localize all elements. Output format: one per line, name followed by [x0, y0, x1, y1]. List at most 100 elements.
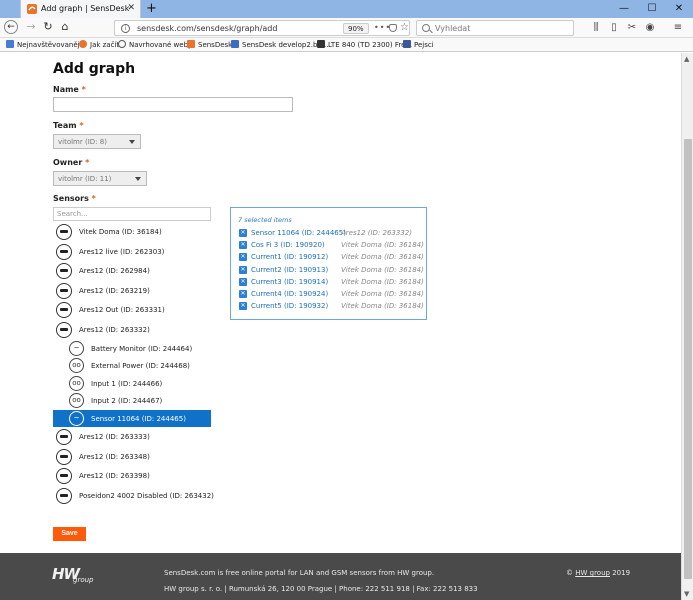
firefox-icon	[79, 40, 87, 48]
device-label: Ares12 Out (ID: 263331)	[79, 306, 165, 315]
remove-icon[interactable]: ✕	[239, 241, 247, 250]
url-text[interactable]: sensdesk.com/sensdesk/graph/add	[137, 24, 277, 33]
device-label: Vitek Doma (ID: 36184)	[79, 228, 162, 236]
zoom-level[interactable]: 90%	[343, 23, 369, 34]
tree-device[interactable]: Ares12 (ID: 263333)	[53, 427, 211, 447]
remove-icon[interactable]: ✕	[239, 253, 247, 262]
forward-icon[interactable]: →	[24, 20, 38, 34]
device-icon	[56, 468, 72, 485]
remove-icon[interactable]: ✕	[239, 265, 247, 274]
tree-sensor[interactable]: oo Input 1 (ID: 244466)	[53, 375, 211, 393]
hwgroup-link[interactable]: HW group	[575, 569, 610, 577]
home-icon[interactable]: ⌂	[58, 20, 72, 34]
tree-device[interactable]: Poseidon2 4002 Disabled (ID: 263432)	[53, 486, 214, 506]
remove-icon[interactable]: ✕	[239, 229, 247, 237]
tab-close-icon[interactable]: ✕	[127, 3, 135, 13]
selected-sensor-name[interactable]: Current4 (ID: 190924)	[251, 290, 328, 298]
team-select[interactable]: vitolmr (ID: 8)	[53, 134, 141, 149]
binary-sensor-icon: oo	[69, 375, 84, 391]
device-icon	[56, 282, 72, 299]
bookmark-item[interactable]: SensDesk	[187, 40, 232, 49]
page-footer: HW group SensDesk.com is free online por…	[0, 553, 681, 600]
tree-device[interactable]: Vitek Doma (ID: 36184)	[53, 222, 211, 242]
bookmark-item[interactable]: Navrhované weby	[118, 40, 192, 49]
selected-sensor-name[interactable]: Current2 (ID: 190913)	[251, 266, 328, 274]
tree-sensor[interactable]: oo External Power (ID: 244468)	[53, 357, 211, 375]
scroll-down-icon[interactable]: ▼	[684, 590, 689, 598]
bookmark-item[interactable]: Jak začít	[79, 40, 119, 49]
device-label: Ares12 (ID: 263333)	[79, 433, 150, 442]
bookmark-item[interactable]: SensDesk develop2.be...	[231, 40, 328, 49]
selected-sensor-name[interactable]: Current5 (ID: 190932)	[251, 302, 328, 310]
pocket-icon[interactable]	[389, 24, 397, 32]
selected-item: ✕ Current5 (ID: 190932) Vitek Doma (ID: 36…	[239, 301, 424, 312]
selected-item: ✕ Cos Fi 3 (ID: 190920) Vitek Doma (ID: 36…	[239, 240, 424, 251]
bookmark-star-icon[interactable]: ☆	[400, 22, 409, 33]
search-icon	[422, 24, 430, 32]
name-input[interactable]	[53, 97, 293, 112]
selected-item: ✕ Current4 (ID: 190924) Vitek Doma (ID: 36…	[239, 289, 424, 300]
sensor-label: External Power (ID: 244468)	[91, 362, 190, 371]
tree-device[interactable]: Ares12 (ID: 263398)	[53, 466, 211, 486]
selected-sensors-panel: 7 selected items ✕ Sensor 11064 (ID: 2444…	[230, 207, 427, 320]
bookmark-item[interactable]: Pejsci	[403, 40, 434, 49]
page-scrollbar[interactable]: ▲ ▼	[681, 53, 693, 600]
minimize-icon[interactable]: —	[610, 0, 638, 18]
tree-sensor[interactable]: ~ Battery Monitor (ID: 244464)	[53, 340, 211, 358]
selected-item: ✕ Current2 (ID: 190913) Vitek Doma (ID: 36…	[239, 265, 424, 276]
maximize-icon[interactable]: ☐	[638, 0, 666, 18]
remove-icon[interactable]: ✕	[239, 290, 247, 298]
device-icon	[56, 487, 72, 504]
selected-sensor-name[interactable]: Current3 (ID: 190914)	[251, 278, 328, 286]
selected-device-name: Vitek Doma (ID: 36184)	[341, 265, 424, 274]
selected-sensor-name[interactable]: Sensor 11064 (ID: 244465)	[251, 229, 346, 237]
tree-device[interactable]: Ares12 Out (ID: 263331)	[53, 300, 211, 320]
remove-icon[interactable]: ✕	[239, 302, 247, 311]
chevron-down-icon	[135, 177, 141, 181]
bookmark-item[interactable]: LTE 840 (TD 2300) Fre...	[317, 40, 412, 49]
selected-sensor-name[interactable]: Current1 (ID: 190912)	[251, 253, 328, 261]
owner-select[interactable]: vitolmr (ID: 11)	[53, 171, 147, 186]
bookmark-item[interactable]: Nejnavštěvovanější	[6, 40, 85, 49]
save-button[interactable]: Save	[53, 527, 86, 541]
hwgroup-logo-sub: group	[73, 576, 94, 584]
device-label: Ares12 (ID: 263348)	[79, 452, 150, 461]
close-window-icon[interactable]: ✕	[665, 0, 693, 18]
tree-sensor[interactable]: oo Input 2 (ID: 244467)	[53, 392, 211, 410]
scrollbar-thumb[interactable]	[684, 139, 692, 579]
library-icon[interactable]: ⫼	[590, 22, 602, 34]
new-tab-icon[interactable]: +	[146, 1, 157, 16]
selected-device-name: Vitek Doma (ID: 36184)	[341, 290, 424, 298]
tree-device[interactable]: Ares12 (ID: 263348)	[53, 447, 211, 467]
selected-sensor-name[interactable]: Cos Fi 3 (ID: 190920)	[251, 241, 325, 249]
device-label: Poseidon2 4002 Disabled (ID: 263432)	[79, 491, 214, 500]
remove-icon[interactable]: ✕	[239, 277, 247, 286]
extension-icon[interactable]: ◉	[644, 22, 656, 34]
sidebar-icon[interactable]: ▯	[608, 22, 620, 34]
tree-device[interactable]: Ares12 (ID: 262984)	[53, 261, 211, 281]
browser-tab[interactable]: Add graph | SensDesk ✕	[20, 0, 141, 18]
screenshot-icon[interactable]: ✂	[626, 22, 638, 34]
tree-device[interactable]: Ares12 (ID: 263219)	[53, 281, 211, 301]
device-icon	[56, 263, 72, 280]
back-icon[interactable]: ←	[4, 20, 18, 34]
sensdesk-icon	[187, 40, 195, 48]
selected-item: ✕ Current3 (ID: 190914) Vitek Doma (ID: 36…	[239, 277, 424, 288]
required-mark: *	[81, 85, 86, 94]
tree-device[interactable]: Ares12 (ID: 263332)	[53, 320, 211, 340]
address-bar[interactable]: i sensdesk.com/sensdesk/graph/add 90% ••…	[114, 20, 410, 36]
scroll-up-icon[interactable]: ▲	[684, 55, 689, 63]
team-label: Team *	[53, 121, 84, 130]
search-bar[interactable]: Vyhledat	[416, 20, 574, 36]
sensor-search-input[interactable]: Search...	[53, 207, 211, 221]
reload-icon[interactable]: ↻	[41, 20, 55, 34]
menu-icon[interactable]: ≡	[672, 22, 684, 34]
device-label: Ares12 (ID: 263219)	[79, 286, 150, 295]
tree-device[interactable]: Ares12 live (ID: 262303)	[53, 242, 211, 262]
selected-item: ✕ Sensor 11064 (ID: 244465) Ares12 (ID: 26…	[239, 228, 424, 239]
site-info-icon[interactable]: i	[121, 24, 130, 33]
owner-label: Owner *	[53, 158, 90, 167]
analog-sensor-icon: ~	[69, 410, 84, 426]
tree-sensor-selected[interactable]: ~ Sensor 11064 (ID: 244465)	[53, 409, 211, 428]
selected-device-name: Vitek Doma (ID: 36184)	[341, 302, 424, 311]
